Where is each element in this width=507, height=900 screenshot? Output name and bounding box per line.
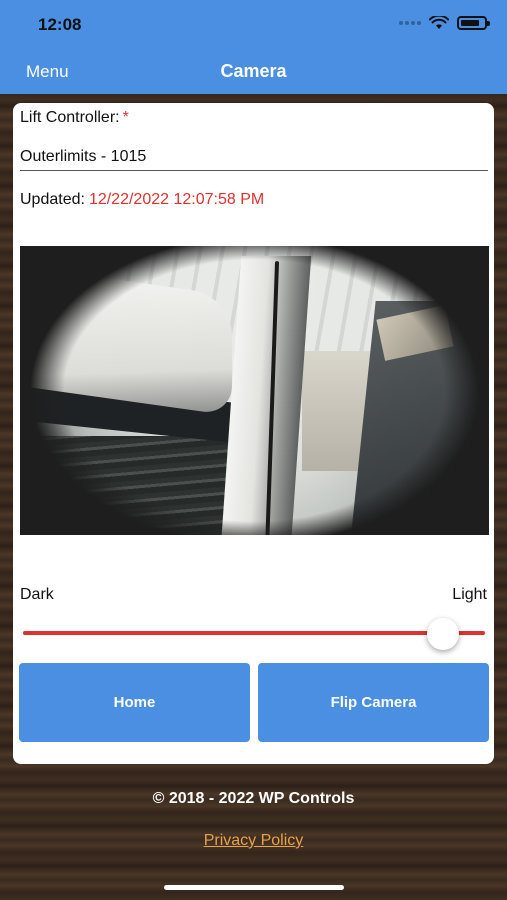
lift-controller-label-text: Lift Controller: — [20, 109, 120, 126]
status-time: 12:08 — [38, 15, 82, 34]
lift-controller-select[interactable]: Outerlimits - 1015 — [20, 145, 488, 171]
brightness-light-label: Light — [452, 586, 487, 603]
top-bar: 12:08 Menu Camera — [0, 0, 507, 94]
page-title: Camera — [220, 61, 287, 81]
camera-image — [20, 246, 489, 535]
battery-icon — [457, 16, 490, 30]
slider-track — [23, 631, 485, 635]
signal-dots-icon — [399, 21, 421, 25]
flip-camera-button[interactable]: Flip Camera — [258, 663, 489, 742]
lift-controller-label: Lift Controller: * — [20, 109, 129, 127]
updated-timestamp: 12/22/2022 12:07:58 PM — [88, 191, 265, 208]
required-mark: * — [122, 109, 129, 126]
status-icons — [399, 16, 490, 30]
wifi-icon — [429, 16, 449, 29]
camera-feed — [20, 246, 489, 535]
copyright-text: © 2018 - 2022 WP Controls — [152, 790, 355, 807]
brightness-dark-label: Dark — [20, 586, 54, 603]
updated-label: Updated: — [20, 191, 85, 208]
updated-row: Updated: 12/22/2022 12:07:58 PM — [20, 191, 264, 209]
brightness-slider[interactable] — [23, 618, 485, 650]
slider-thumb[interactable] — [427, 618, 460, 650]
privacy-policy-link[interactable]: Privacy Policy — [0, 832, 507, 850]
camera-card: Lift Controller: * Outerlimits - 1015 Upd… — [13, 103, 494, 764]
home-button[interactable]: Home — [19, 663, 250, 742]
home-indicator — [164, 885, 344, 890]
